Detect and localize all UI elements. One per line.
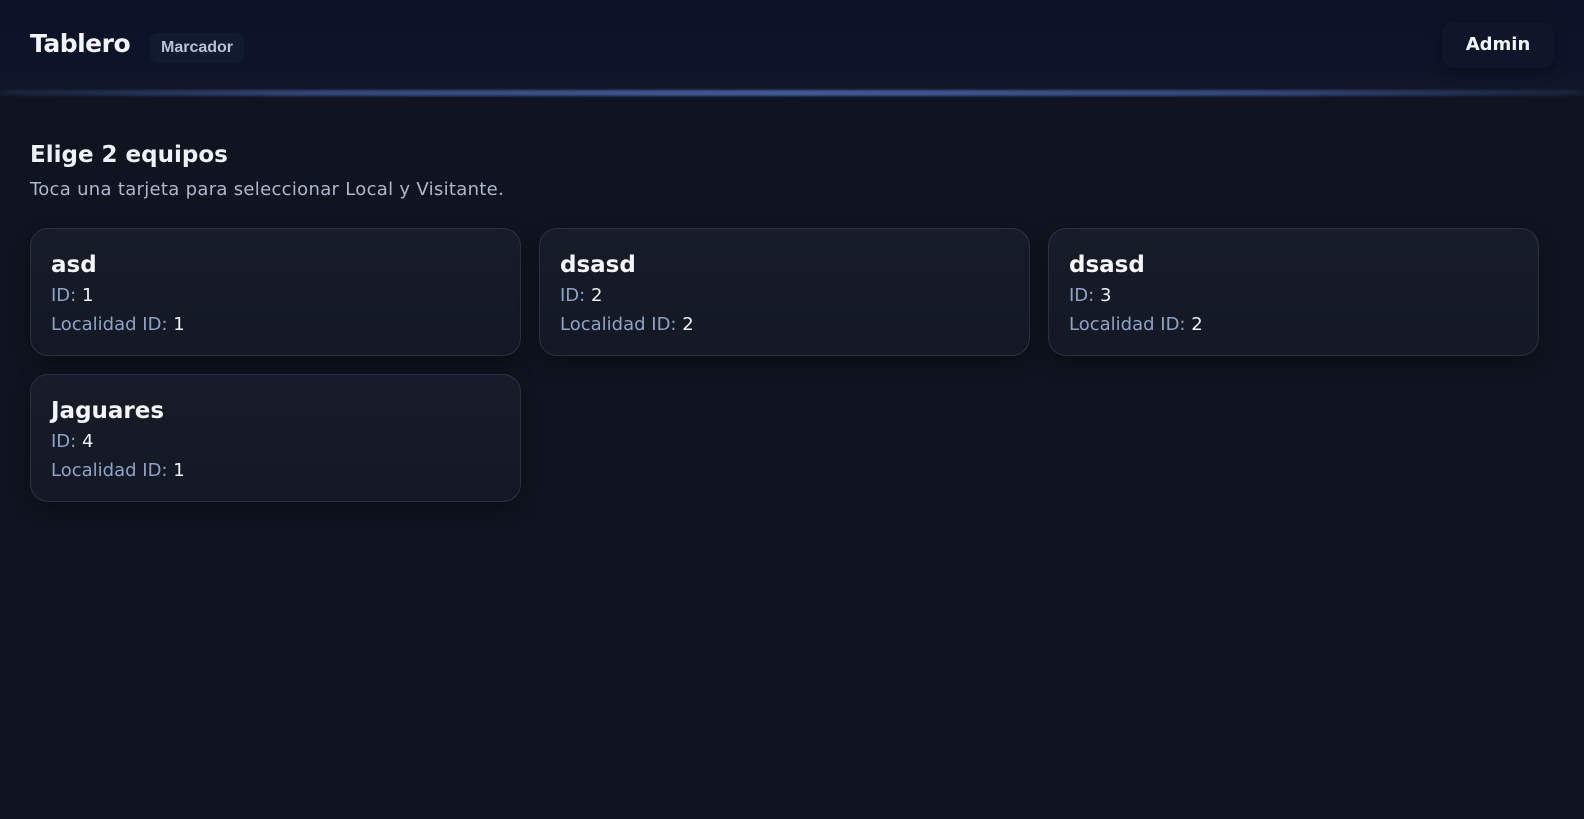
team-id-value: 4 [81,431,94,452]
team-locality-row: Localidad ID: 1 [51,456,500,485]
team-name: asd [51,252,97,278]
section-badge: Marcador [150,33,245,63]
team-locality-label: Localidad ID: [51,314,168,335]
team-id-row: ID: 2 [560,281,1009,310]
team-id-label: ID: [1069,285,1095,306]
team-card[interactable]: dsasd ID: 3 Localidad ID: 2 [1048,228,1539,356]
team-grid: asd ID: 1 Localidad ID: 1 dsasd ID: 2 Lo… [30,228,1554,502]
team-id-row: ID: 1 [51,281,500,310]
header-divider [0,90,1584,96]
team-card[interactable]: dsasd ID: 2 Localidad ID: 2 [539,228,1030,356]
team-locality-row: Localidad ID: 2 [560,310,1009,339]
team-name: dsasd [1069,252,1145,278]
page-title: Elige 2 equipos [30,142,228,168]
team-id-value: 2 [590,285,603,306]
top-bar: Tablero Marcador Admin [0,0,1584,94]
team-name: dsasd [560,252,636,278]
team-locality-value: 2 [682,314,694,335]
team-id-value: 3 [1099,285,1112,306]
team-id-row: ID: 4 [51,427,500,456]
team-locality-label: Localidad ID: [1069,314,1186,335]
team-locality-value: 1 [173,460,185,481]
team-id-label: ID: [51,285,77,306]
team-locality-label: Localidad ID: [51,460,168,481]
team-locality-row: Localidad ID: 1 [51,310,500,339]
team-id-label: ID: [51,431,77,452]
team-locality-value: 2 [1191,314,1203,335]
team-id-label: ID: [560,285,586,306]
admin-button[interactable]: Admin [1442,22,1554,68]
team-locality-label: Localidad ID: [560,314,677,335]
team-id-value: 1 [81,285,94,306]
team-locality-row: Localidad ID: 2 [1069,310,1518,339]
page-subtitle: Toca una tarjeta para seleccionar Local … [30,179,505,200]
team-card[interactable]: Jaguares ID: 4 Localidad ID: 1 [30,374,521,502]
team-name: Jaguares [51,398,165,424]
team-id-row: ID: 3 [1069,281,1518,310]
brand-title[interactable]: Tablero [30,29,131,58]
team-card[interactable]: asd ID: 1 Localidad ID: 1 [30,228,521,356]
team-locality-value: 1 [173,314,185,335]
